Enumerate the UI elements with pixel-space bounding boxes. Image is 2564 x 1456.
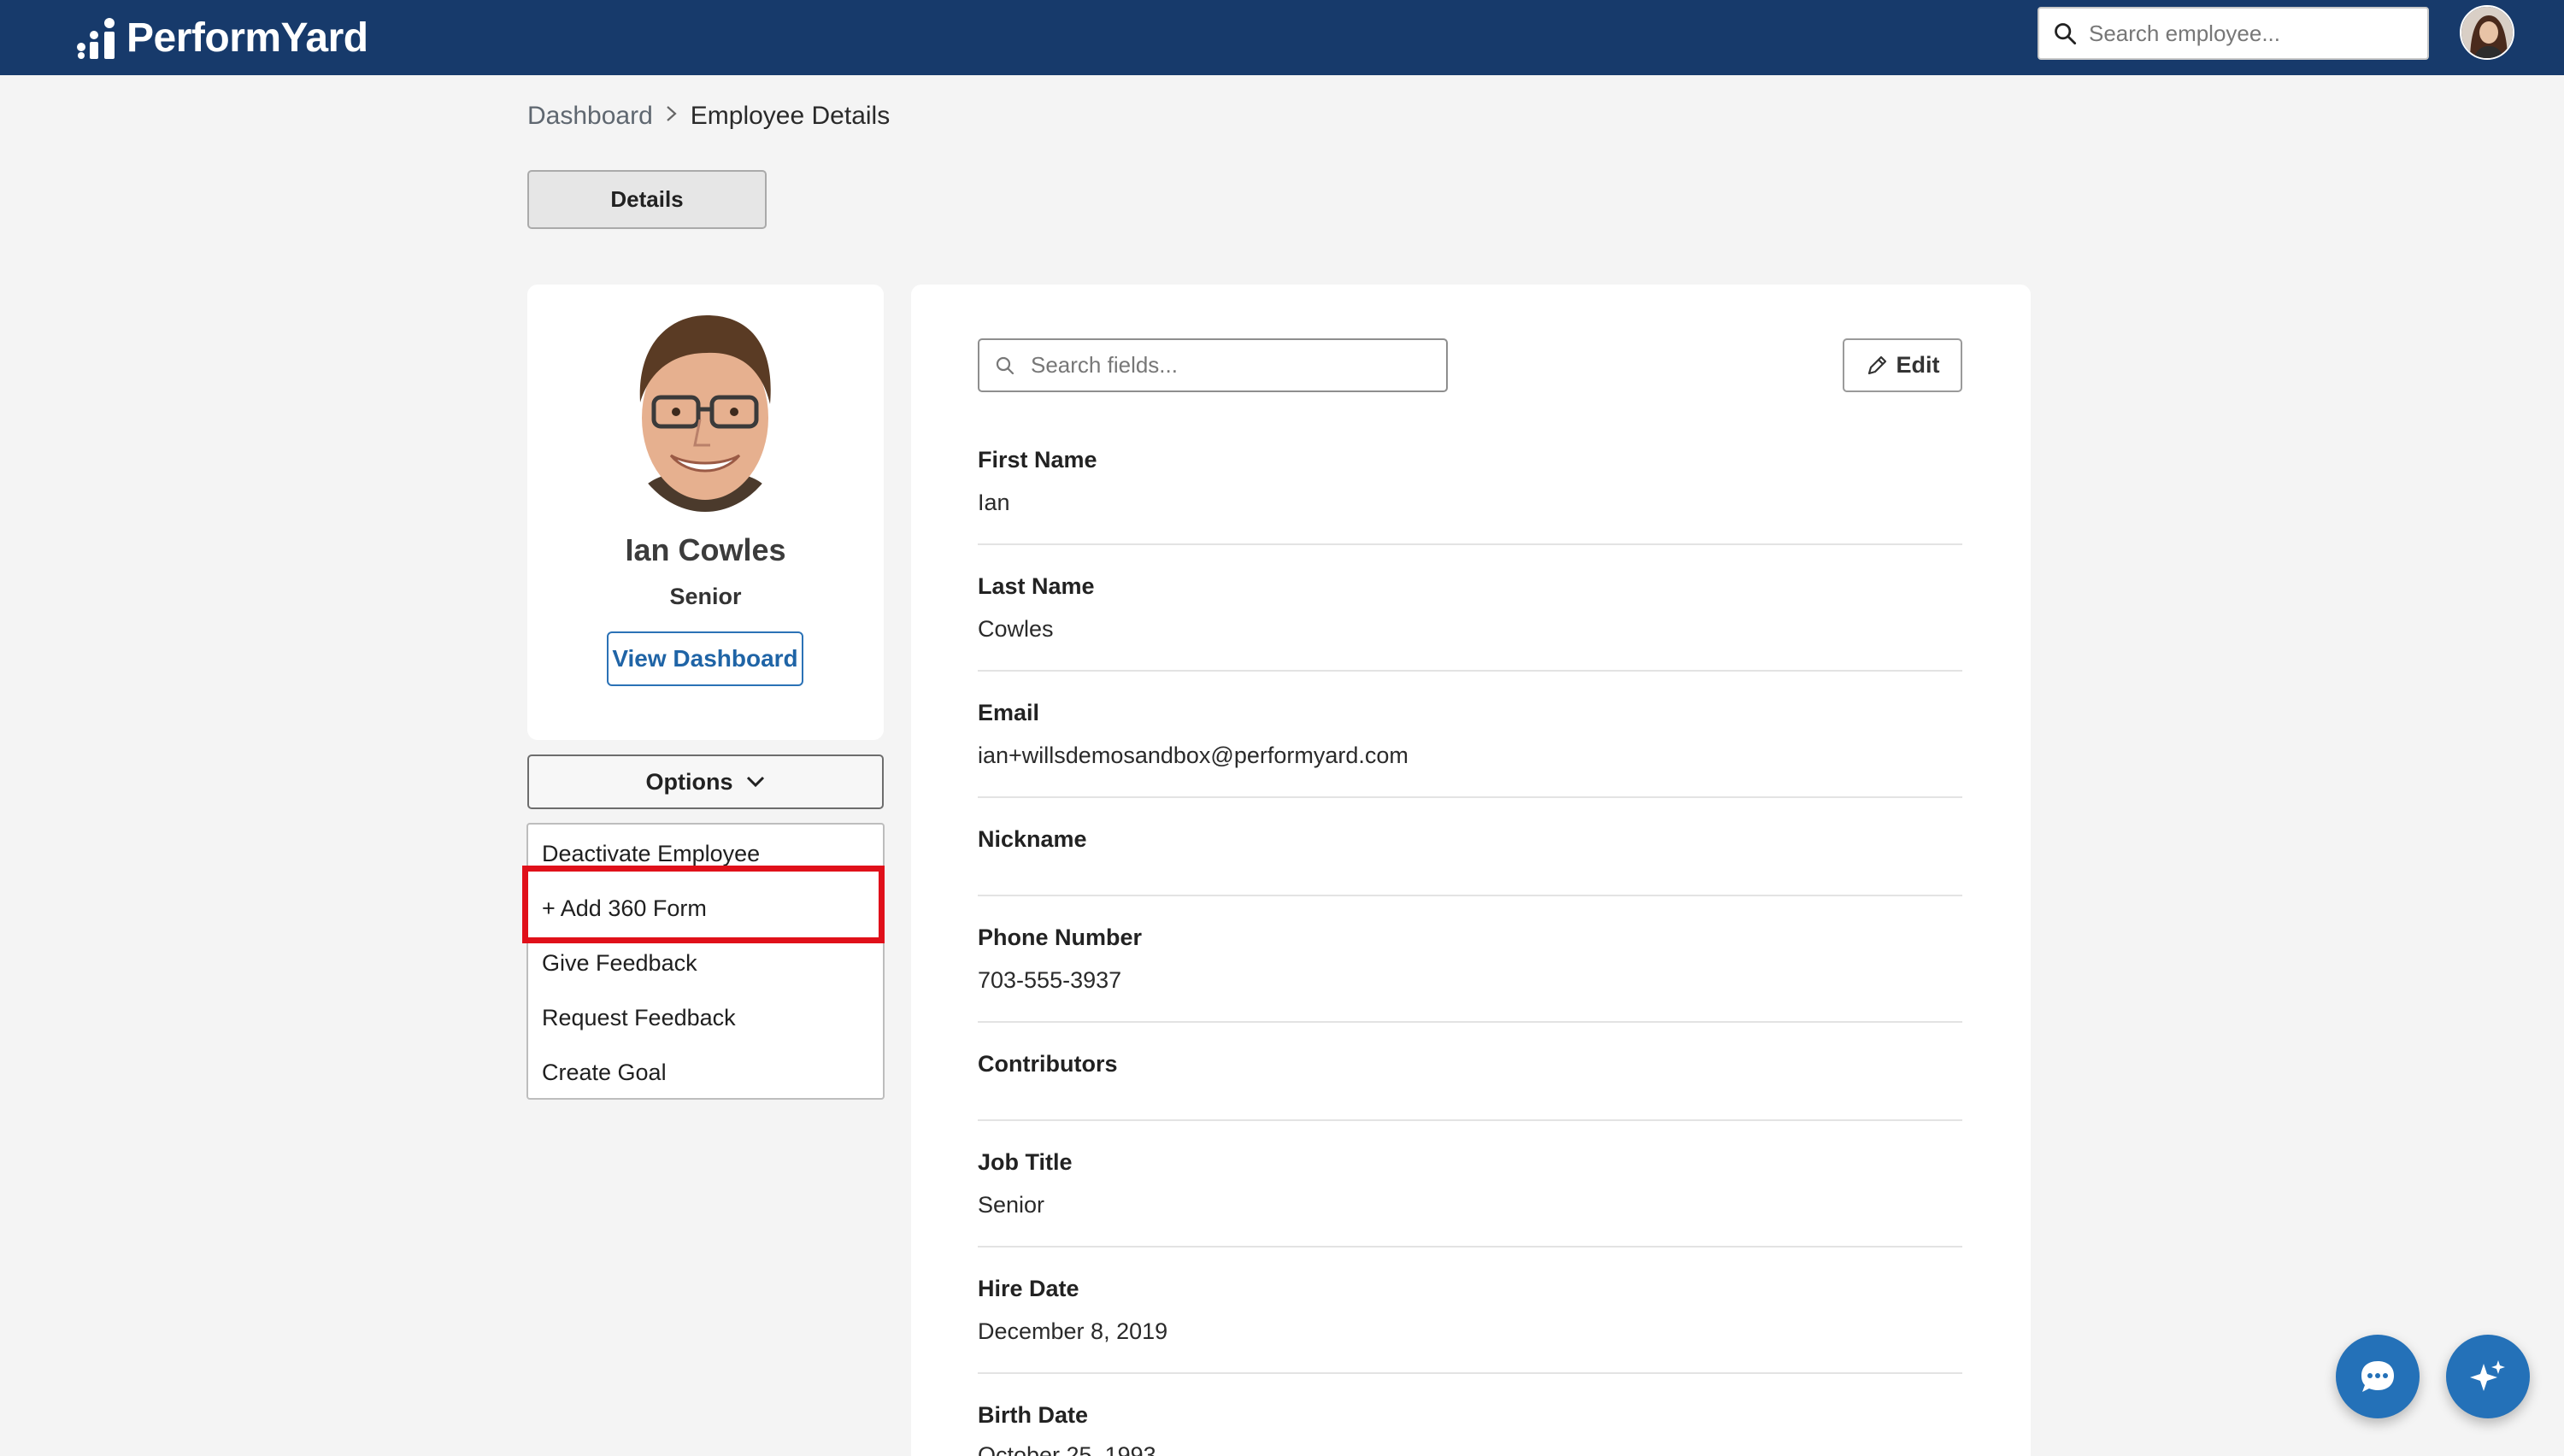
edit-button[interactable]: Edit xyxy=(1843,338,1962,392)
field-divider xyxy=(978,1372,1962,1374)
edit-label: Edit xyxy=(1896,352,1940,378)
top-navigation-bar: PerformYard xyxy=(0,0,2564,75)
field-label-email: Email xyxy=(978,700,1040,725)
options-menu: Deactivate Employee + Add 360 Form Give … xyxy=(526,823,885,1100)
brand-name: PerformYard xyxy=(126,15,368,61)
chevron-right-icon xyxy=(663,102,680,131)
ai-assistant-button[interactable] xyxy=(2446,1335,2530,1418)
sparkle-icon xyxy=(2470,1360,2505,1391)
field-label-phone-number: Phone Number xyxy=(978,925,1143,950)
menu-item-request-feedback[interactable]: Request Feedback xyxy=(542,1001,736,1035)
field-label-nickname: Nickname xyxy=(978,826,1087,852)
field-divider xyxy=(978,895,1962,896)
performyard-logo[interactable]: PerformYard xyxy=(75,12,368,63)
logo-bars-icon xyxy=(77,18,115,59)
field-label-job-title: Job Title xyxy=(978,1149,1073,1175)
breadcrumb: Dashboard Employee Details xyxy=(527,99,890,133)
menu-item-create-goal[interactable]: Create Goal xyxy=(542,1055,667,1089)
employee-fields-card: Edit First Name Ian Last Name Cowles Ema… xyxy=(911,285,2031,1456)
chat-button[interactable] xyxy=(2336,1335,2420,1418)
menu-item-give-feedback[interactable]: Give Feedback xyxy=(542,946,697,980)
field-divider xyxy=(978,670,1962,672)
options-label: Options xyxy=(645,768,733,795)
employee-photo xyxy=(611,308,803,517)
field-search-input[interactable] xyxy=(1031,352,1424,379)
search-icon xyxy=(2055,23,2077,45)
field-value-job-title: Senior xyxy=(978,1192,1045,1218)
user-avatar-image xyxy=(2461,7,2513,58)
field-value-phone-number: 703-555-3937 xyxy=(978,967,1122,993)
profile-card: Ian Cowles Senior View Dashboard xyxy=(527,285,884,740)
search-icon xyxy=(996,356,1014,374)
chevron-down-icon xyxy=(746,776,764,788)
employee-search-input[interactable] xyxy=(2089,20,2396,47)
field-divider xyxy=(978,1021,1962,1023)
menu-item-deactivate-employee[interactable]: Deactivate Employee xyxy=(542,837,760,871)
chat-bubble-icon xyxy=(2361,1361,2394,1392)
field-search-box[interactable] xyxy=(978,338,1448,392)
user-avatar[interactable] xyxy=(2460,5,2514,60)
field-label-first-name: First Name xyxy=(978,447,1097,473)
field-divider xyxy=(978,1246,1962,1248)
view-dashboard-button[interactable]: View Dashboard xyxy=(607,631,803,686)
field-divider xyxy=(978,1119,1962,1121)
employee-search-box[interactable] xyxy=(2038,7,2429,60)
field-label-last-name: Last Name xyxy=(978,573,1095,599)
field-value-first-name: Ian xyxy=(978,490,1010,515)
field-divider xyxy=(978,543,1962,545)
employee-job-title: Senior xyxy=(669,584,742,609)
breadcrumb-current: Employee Details xyxy=(690,102,891,130)
field-divider xyxy=(978,796,1962,798)
options-dropdown-button[interactable]: Options xyxy=(527,754,884,809)
pencil-icon xyxy=(1867,355,1886,374)
tab-details[interactable]: Details xyxy=(527,170,767,229)
field-label-contributors: Contributors xyxy=(978,1051,1118,1077)
field-value-birth-date: October 25, 1993 xyxy=(978,1442,1156,1456)
field-value-email: ian+willsdemosandbox@performyard.com xyxy=(978,743,1408,768)
breadcrumb-dashboard-link[interactable]: Dashboard xyxy=(527,102,653,131)
field-value-last-name: Cowles xyxy=(978,616,1054,642)
field-value-hire-date: December 8, 2019 xyxy=(978,1318,1168,1344)
employee-name: Ian Cowles xyxy=(625,532,786,567)
field-label-hire-date: Hire Date xyxy=(978,1276,1079,1301)
menu-item-add-360-form[interactable]: + Add 360 Form xyxy=(542,891,707,925)
field-label-birth-date: Birth Date xyxy=(978,1402,1089,1428)
